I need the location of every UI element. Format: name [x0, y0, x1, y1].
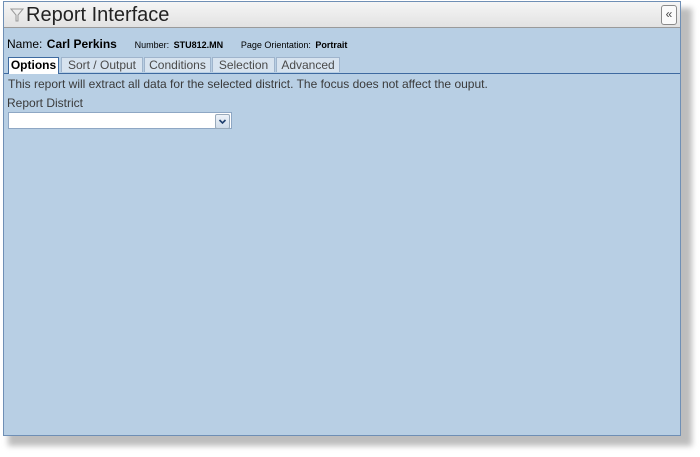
report-district-select[interactable]	[8, 112, 232, 129]
report-description: This report will extract all data for th…	[8, 77, 488, 91]
window-title: Report Interface	[26, 4, 170, 26]
report-number: STU812.MN	[173, 40, 224, 50]
title-bar: Report Interface «	[4, 2, 680, 28]
collapse-button[interactable]: «	[661, 5, 677, 25]
chevron-down-icon	[218, 119, 227, 125]
double-chevron-left-icon: «	[665, 7, 673, 21]
dropdown-button[interactable]	[215, 114, 230, 129]
report-name: Carl Perkins	[46, 37, 117, 51]
report-info-bar: Name: Carl Perkins Number: STU812.MN Pag…	[7, 35, 347, 53]
tab-selection[interactable]: Selection	[212, 57, 275, 72]
tab-advanced[interactable]: Advanced	[276, 57, 340, 72]
tab-options[interactable]: Options	[8, 57, 59, 74]
page-orientation: Portrait	[315, 40, 348, 50]
name-label: Name:	[7, 37, 43, 51]
tab-conditions[interactable]: Conditions	[144, 57, 211, 72]
report-interface-window: Report Interface « Name: Carl Perkins Nu…	[3, 1, 681, 436]
filter-icon	[10, 8, 24, 22]
number-label: Number:	[134, 40, 170, 50]
tab-bar: Options Sort / Output Conditions Selecti…	[4, 57, 680, 74]
tab-sort-output[interactable]: Sort / Output	[61, 57, 143, 72]
report-district-label: Report District	[7, 96, 84, 110]
orientation-label: Page Orientation:	[240, 40, 311, 50]
